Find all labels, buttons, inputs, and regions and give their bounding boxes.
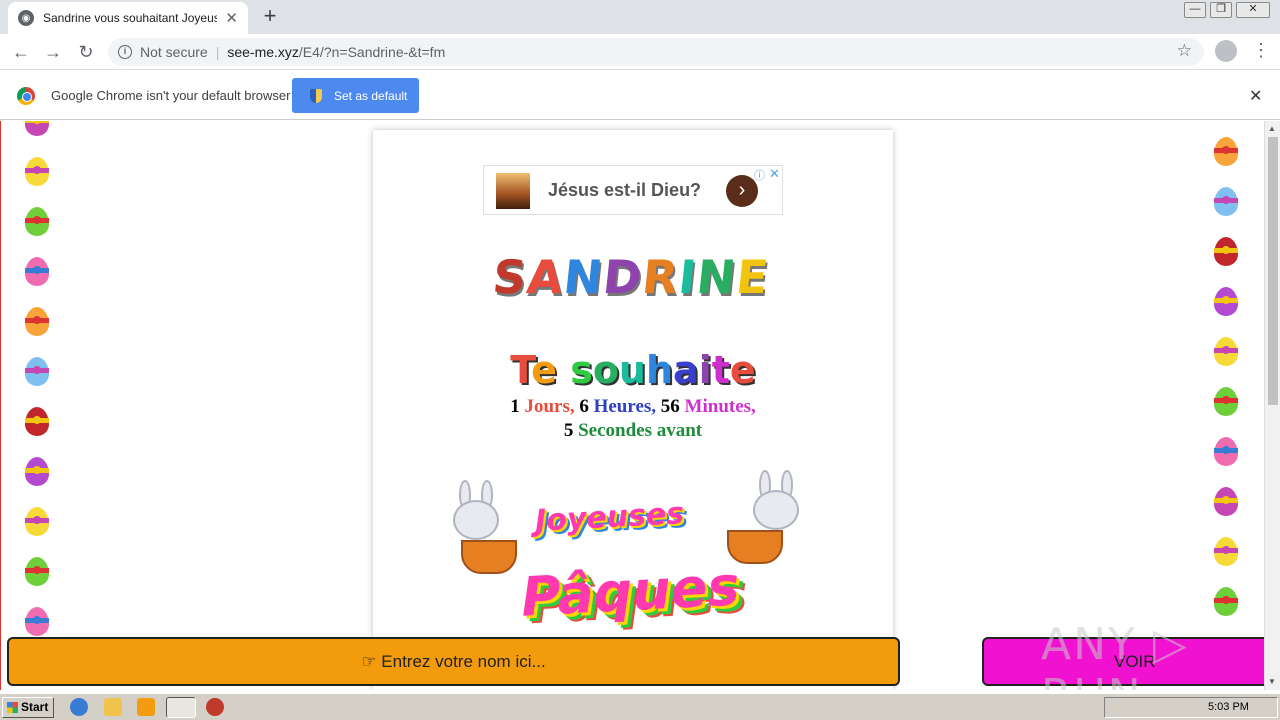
- forward-icon[interactable]: →: [41, 40, 65, 64]
- easter-egg-icon: [1214, 337, 1238, 366]
- easter-egg-icon: [1214, 287, 1238, 316]
- minutes-label: Minutes,: [684, 396, 756, 417]
- bookmark-star-icon[interactable]: ☆: [1177, 41, 1192, 61]
- name-animated-text: SANDRINE: [490, 250, 786, 304]
- chrome-logo-icon: [17, 87, 35, 105]
- easter-egg-icon: [1214, 537, 1238, 566]
- set-default-label: Set as default: [334, 88, 408, 103]
- name-letter: E: [733, 250, 772, 304]
- easter-egg-icon: [1214, 587, 1238, 616]
- wishes-text: Te souhaite: [510, 348, 756, 392]
- uac-shield-icon: [310, 88, 322, 103]
- wishes-heading: Te souhaite: [373, 348, 893, 392]
- enter-name-button[interactable]: ☞ Entrez votre nom ici...: [7, 637, 900, 686]
- infobar-message: Google Chrome isn't your default browser: [51, 88, 291, 103]
- stop-icon[interactable]: [206, 698, 224, 716]
- easter-egg-icon: [25, 557, 49, 586]
- url-path: /E4/?n=Sandrine-&t=fm: [298, 44, 446, 60]
- easter-egg-icon: [1214, 437, 1238, 466]
- explorer-folder-icon[interactable]: [104, 698, 122, 716]
- chrome-taskbar-button[interactable]: [166, 697, 196, 718]
- easter-egg-icon: [1214, 137, 1238, 166]
- default-browser-infobar: Google Chrome isn't your default browser…: [0, 71, 1280, 120]
- clock: 5:03 PM: [1208, 701, 1249, 713]
- scroll-down-icon[interactable]: ▼: [1268, 677, 1276, 686]
- easter-egg-icon: [25, 457, 49, 486]
- browser-tab[interactable]: ◉ Sandrine vous souhaitant Joyeuses Pâqu…: [8, 2, 248, 34]
- easter-egg-icon: [25, 257, 49, 286]
- easter-egg-icon: [25, 207, 49, 236]
- easter-egg-icon: [25, 407, 49, 436]
- name-letter: N: [694, 250, 740, 304]
- address-bar[interactable]: i Not secure | see-me.xyz /E4/?n=Sandrin…: [108, 38, 1204, 66]
- globe-icon: ◉: [18, 10, 34, 26]
- hours-label: Heures,: [593, 396, 657, 417]
- easter-egg-icon: [1214, 187, 1238, 216]
- countdown-text: 1 Jours, 6 Heures, 56 Minutes, 5 Seconde…: [373, 395, 893, 443]
- ad-info-icon[interactable]: ⓘ: [754, 167, 765, 183]
- minimize-button[interactable]: —: [1184, 2, 1206, 18]
- back-icon[interactable]: ←: [9, 40, 33, 64]
- easter-egg-icon: [25, 507, 49, 536]
- scroll-thumb[interactable]: [1268, 137, 1278, 405]
- easter-egg-icon: [1214, 387, 1238, 416]
- ad-close-icon[interactable]: ✕: [769, 166, 780, 182]
- page-viewport: Jésus est-il Dieu? › ⓘ ✕ SANDRINE Te sou…: [0, 121, 1264, 690]
- set-as-default-button[interactable]: Set as default: [292, 78, 419, 113]
- name-letter: D: [600, 250, 646, 304]
- browser-toolbar: ← → ↻ i Not secure | see-me.xyz /E4/?n=S…: [0, 34, 1280, 70]
- joyeuses-text: Joyeuses: [534, 496, 685, 539]
- easter-egg-icon: [1214, 487, 1238, 516]
- system-tray: [1104, 697, 1278, 718]
- easter-egg-icon: [25, 607, 49, 636]
- reload-icon[interactable]: ↻: [74, 40, 98, 64]
- hours-number: 6: [579, 396, 589, 417]
- security-label: Not secure: [140, 44, 208, 60]
- paques-text: Pâques: [519, 554, 741, 629]
- ad-thumbnail: [496, 173, 530, 209]
- days-number: 1: [510, 396, 520, 417]
- restore-button[interactable]: ❐: [1210, 2, 1232, 18]
- address-separator: |: [215, 44, 220, 60]
- scroll-up-icon[interactable]: ▲: [1268, 124, 1276, 133]
- easter-egg-icon: [25, 307, 49, 336]
- easter-egg-icon: [25, 121, 49, 136]
- media-player-icon[interactable]: [137, 698, 155, 716]
- infobar-close-icon[interactable]: ✕: [1249, 86, 1262, 106]
- seconds-number: 5: [563, 420, 574, 441]
- easter-egg-icon: [25, 157, 49, 186]
- ie-icon[interactable]: [70, 698, 88, 716]
- tab-strip: ◉ Sandrine vous souhaitant Joyeuses Pâqu…: [0, 0, 1280, 34]
- easter-illustration: Joyeuses Pâques: [433, 470, 833, 650]
- name-letter: A: [524, 250, 567, 304]
- vertical-scrollbar[interactable]: ▲ ▼: [1264, 121, 1280, 690]
- bunny-left-image: [433, 480, 517, 590]
- ad-banner[interactable]: Jésus est-il Dieu? › ⓘ ✕: [483, 165, 783, 215]
- url-host: see-me.xyz: [227, 44, 299, 60]
- greeting-card: Jésus est-il Dieu? › ⓘ ✕ SANDRINE Te sou…: [373, 130, 893, 690]
- name-letter: N: [560, 250, 607, 304]
- easter-egg-icon: [1214, 237, 1238, 266]
- name-letter: R: [639, 250, 682, 304]
- easter-egg-icon: [25, 357, 49, 386]
- tab-close-icon[interactable]: ✕: [225, 9, 238, 27]
- tab-title: Sandrine vous souhaitant Joyeuses Pâques: [43, 11, 218, 25]
- close-window-button[interactable]: ✕: [1236, 2, 1270, 18]
- anyrun-watermark: ANY ▷ RUN: [1041, 619, 1189, 690]
- days-label: Jours,: [524, 396, 575, 417]
- ad-text[interactable]: Jésus est-il Dieu?: [548, 180, 701, 201]
- bunny-right-image: [727, 470, 813, 580]
- minutes-number: 56: [660, 396, 680, 417]
- new-tab-button[interactable]: +: [258, 5, 282, 29]
- profile-avatar-icon[interactable]: [1215, 40, 1237, 62]
- kebab-menu-icon[interactable]: ⋮: [1252, 40, 1270, 61]
- info-icon[interactable]: i: [118, 45, 132, 59]
- windows-taskbar: Start 5:03 PM: [0, 693, 1280, 720]
- start-button[interactable]: Start: [2, 697, 54, 718]
- seconds-label: Secondes avant: [578, 420, 703, 441]
